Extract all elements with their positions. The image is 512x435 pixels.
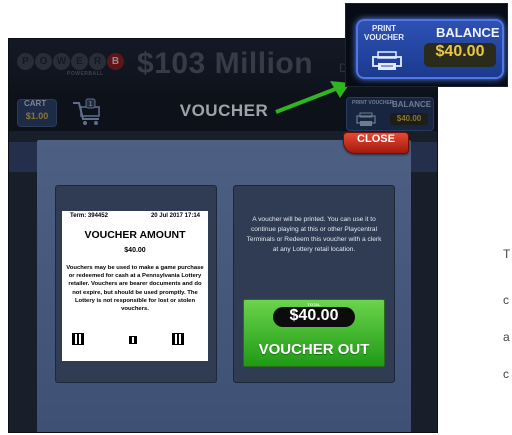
zoom-inset: PRINT VOUCHER BALANCE $40.00 [345,3,508,87]
receipt-title: VOUCHER AMOUNT [84,229,186,241]
voucher-dialog: CLOSE Term: 394452 20 Jul 2017 17:14 VOU… [37,132,411,432]
kiosk-screen: P O W E R B POWERBALL $103 Million DI CA… [8,38,438,433]
printer-icon [372,51,402,70]
barcode-icon [72,333,84,345]
barcode-icon [129,336,137,344]
voucher-receipt: Term: 394452 20 Jul 2017 17:14 VOUCHER A… [62,211,208,361]
barcode-icon [172,333,184,345]
receipt-terms: Vouchers may be used to make a game purc… [66,265,204,313]
receipt-preview-panel: Term: 394452 20 Jul 2017 17:14 VOUCHER A… [55,185,217,383]
zoom-print-voucher-balance: PRINT VOUCHER BALANCE $40.00 [356,19,504,79]
voucher-action-panel: A voucher will be printed. You can use i… [233,185,395,383]
cropped-text: c [503,293,509,307]
receipt-terminal: Term: 394452 [70,213,108,219]
zoom-balance-amount: $40.00 [424,43,496,67]
cropped-text: a [503,330,510,344]
receipt-date: 20 Jul 2017 17:14 [150,213,200,219]
zoom-balance-label: BALANCE [436,25,500,40]
zoom-print-voucher-label: PRINT VOUCHER [364,24,405,42]
total-amount: $40.00 [273,307,355,327]
voucher-out-button[interactable]: TOTAL $40.00 VOUCHER OUT [243,299,385,367]
voucher-message: A voucher will be printed. You can use i… [246,216,382,253]
voucher-out-label: VOUCHER OUT [258,341,370,358]
cropped-text: c [503,367,509,381]
receipt-amount: $40.00 [124,247,146,254]
close-button[interactable]: CLOSE [343,132,409,154]
cropped-text: T [503,247,511,261]
